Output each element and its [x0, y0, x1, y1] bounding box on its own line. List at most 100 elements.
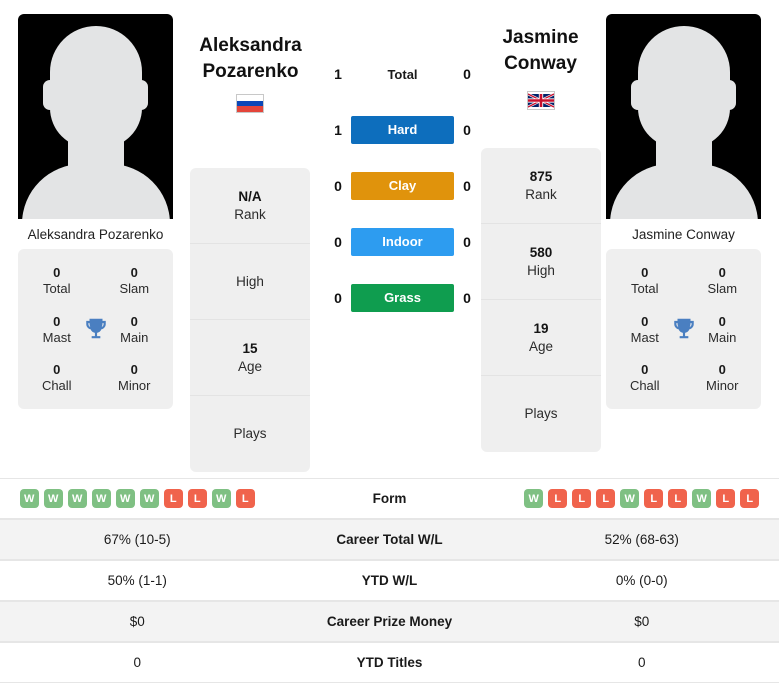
- table-row-label: Form: [372, 491, 407, 506]
- player-left-title[interactable]: Aleksandra Pozarenko: [173, 33, 328, 84]
- info-row-high: 580 High: [481, 224, 601, 300]
- table-cell-left: $0: [129, 614, 145, 629]
- surface-row-clay: 0 Clay 0: [325, 172, 480, 200]
- titles-stat-label: Slam: [707, 281, 738, 297]
- player-left-column: Aleksandra Pozarenko 0 Total 0 Slam 0 Ma…: [18, 14, 173, 409]
- form-badge-loss[interactable]: L: [668, 489, 688, 508]
- titles-stat-value: 0: [53, 362, 61, 377]
- form-badge-win[interactable]: W: [692, 489, 712, 508]
- player-right-photo: [606, 14, 761, 219]
- flag-uk-icon: [527, 91, 555, 110]
- player-silhouette-icon: [637, 26, 730, 148]
- info-value: 19: [533, 320, 549, 336]
- table-cell-left: 50% (1-1): [107, 573, 167, 588]
- player-right-last-name: Conway: [504, 52, 577, 74]
- info-label: Rank: [234, 206, 266, 222]
- info-label: Rank: [525, 186, 557, 202]
- surface-row-indoor: 0 Indoor 0: [325, 228, 480, 256]
- titles-stat-value: 0: [130, 362, 138, 377]
- surface-label[interactable]: Indoor: [351, 228, 454, 256]
- h2h-comparison-page: Aleksandra Pozarenko 0 Total 0 Slam 0 Ma…: [0, 0, 779, 699]
- titles-stat-label: Chall: [629, 378, 660, 394]
- form-badge-win[interactable]: W: [115, 489, 135, 508]
- table-row-label: YTD W/L: [361, 573, 418, 588]
- players-header-section: Aleksandra Pozarenko 0 Total 0 Slam 0 Ma…: [0, 0, 779, 478]
- form-badge-loss[interactable]: L: [235, 489, 255, 508]
- form-badge-loss[interactable]: L: [644, 489, 664, 508]
- surface-left-count: 0: [334, 290, 342, 306]
- form-badge-loss[interactable]: L: [740, 489, 760, 508]
- form-badge-loss[interactable]: L: [716, 489, 736, 508]
- surface-row-total: 1 Total 0: [325, 60, 480, 88]
- info-row-plays: Plays: [481, 376, 601, 452]
- player-left-first-name: Aleksandra: [199, 35, 302, 56]
- surface-left-count: 0: [334, 234, 342, 250]
- player-right-info-card: 875 Rank 580 High 19 Age Plays: [481, 148, 601, 452]
- titles-stat: 0 Chall: [18, 362, 96, 395]
- info-row-plays: Plays: [190, 396, 310, 472]
- form-right-cell: WLLLWLLWLL: [505, 489, 779, 508]
- player-right-title[interactable]: Jasmine Conway: [463, 25, 618, 76]
- table-row: $0 Career Prize Money $0: [0, 601, 779, 642]
- player-right-column: Jasmine Conway 0 Total 0 Slam 0 Mast 0 M…: [606, 14, 761, 409]
- info-value: N/A: [238, 188, 262, 204]
- surface-right-count: 0: [463, 122, 471, 138]
- table-cell-right: $0: [634, 614, 650, 629]
- titles-stat-value: 0: [641, 362, 649, 377]
- info-row-rank: 875 Rank: [481, 148, 601, 224]
- form-badge-loss[interactable]: L: [163, 489, 183, 508]
- titles-stat-label: Minor: [705, 378, 739, 394]
- surface-right-count: 0: [463, 234, 471, 250]
- form-badge-loss[interactable]: L: [548, 489, 568, 508]
- surface-right-count: 0: [463, 178, 471, 194]
- form-badge-loss[interactable]: L: [596, 489, 616, 508]
- table-row-label: YTD Titles: [356, 655, 423, 670]
- table-row: 50% (1-1) YTD W/L 0% (0-0): [0, 560, 779, 601]
- titles-stat: 0 Minor: [684, 362, 762, 395]
- form-badge-win[interactable]: W: [524, 489, 544, 508]
- form-badge-win[interactable]: W: [620, 489, 640, 508]
- player-left-name-caption: Aleksandra Pozarenko: [18, 219, 173, 249]
- titles-stat: 0 Total: [606, 265, 684, 298]
- info-label: Age: [237, 358, 263, 374]
- player-silhouette-icon: [49, 26, 142, 148]
- form-badge-loss[interactable]: L: [187, 489, 207, 508]
- form-left-cell: WWWWWWLLWL: [0, 489, 275, 508]
- info-label: Plays: [524, 406, 558, 422]
- info-value: 580: [529, 244, 553, 260]
- surface-left-count: 1: [334, 122, 342, 138]
- player-left-photo: [18, 14, 173, 219]
- form-badge-win[interactable]: W: [211, 489, 231, 508]
- surface-comparison: 1 Total 0 1 Hard 0 0 Clay 0 0 Indoor 0 0: [325, 60, 480, 312]
- titles-stat: 0 Total: [18, 265, 96, 298]
- player-right-titles-card: 0 Total 0 Slam 0 Mast 0 Main 0 Chall 0 M…: [606, 249, 761, 409]
- player-left-info-card: N/A Rank High 15 Age Plays: [190, 168, 310, 472]
- form-badge-win[interactable]: W: [91, 489, 111, 508]
- surface-label[interactable]: Hard: [351, 116, 454, 144]
- form-badge-win[interactable]: W: [67, 489, 87, 508]
- surface-right-count: 0: [463, 66, 471, 82]
- form-badge-win[interactable]: W: [19, 489, 39, 508]
- info-row-age: 15 Age: [190, 320, 310, 396]
- table-cell-right: 52% (68-63): [604, 532, 679, 547]
- titles-stat-value: 0: [641, 265, 649, 280]
- surface-label[interactable]: Grass: [351, 284, 454, 312]
- form-badge-win[interactable]: W: [139, 489, 159, 508]
- silhouette-ear-right: [134, 80, 148, 110]
- surface-label[interactable]: Clay: [351, 172, 454, 200]
- info-label: Plays: [233, 426, 267, 442]
- info-row-rank: N/A Rank: [190, 168, 310, 244]
- form-badge-win[interactable]: W: [43, 489, 63, 508]
- table-row: 67% (10-5) Career Total W/L 52% (68-63): [0, 519, 779, 560]
- form-badge-loss[interactable]: L: [572, 489, 592, 508]
- info-value: 875: [529, 168, 553, 184]
- silhouette-body: [21, 164, 170, 219]
- table-cell-left: 67% (10-5): [103, 532, 171, 547]
- titles-stat: 0 Slam: [96, 265, 174, 298]
- silhouette-ear-left: [631, 80, 645, 110]
- info-value: 15: [242, 340, 258, 356]
- titles-stat-label: Total: [43, 281, 71, 297]
- titles-stat: 0 Slam: [684, 265, 762, 298]
- surface-label: Total: [387, 66, 418, 82]
- player-left-titles-card: 0 Total 0 Slam 0 Mast 0 Main 0 Chall 0 M…: [18, 249, 173, 409]
